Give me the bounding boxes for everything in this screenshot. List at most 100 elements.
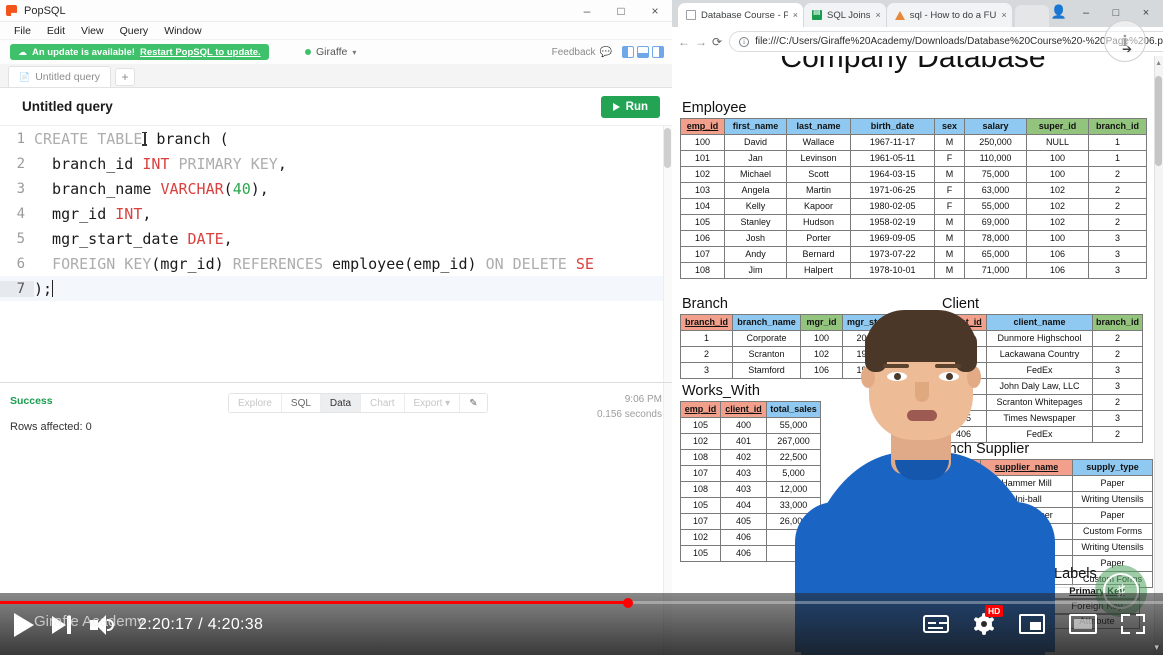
popsql-app-title: PopSQL	[24, 4, 66, 17]
table-header-row: emp_id client_id total_sales	[680, 401, 821, 418]
table-cell: 102	[680, 166, 725, 183]
settings-gear-button[interactable]: HD	[973, 605, 1004, 635]
table-cell: Kapoor	[786, 198, 851, 215]
new-tab-button[interactable]	[1014, 5, 1049, 27]
address-bar[interactable]: i file:///C:/Users/Giraffe%20Academy/Dow…	[729, 31, 1163, 52]
table-header-row: branch_id supplier_name supply_type	[924, 459, 1153, 476]
table-cell: 404	[940, 394, 987, 411]
sql-line-7[interactable]: 7);	[0, 276, 672, 301]
table-cell: 405	[720, 513, 767, 530]
update-banner[interactable]: ☁ An update is available! Restart PopSQL…	[10, 44, 269, 60]
table-cell	[924, 539, 981, 556]
results-segment-sql[interactable]: SQL	[281, 394, 321, 412]
menu-edit[interactable]: Edit	[47, 25, 65, 37]
table-row: 105 Stanley Hudson 1958-02-19 M 69,000 102 2	[680, 214, 1147, 231]
close-icon[interactable]: ×	[1001, 10, 1006, 20]
sql-line-2[interactable]: 2 branch_id INT PRIMARY KEY,	[0, 151, 672, 176]
query-title[interactable]: Untitled query	[22, 99, 113, 114]
column-header-supply_type: supply_type	[1072, 459, 1153, 476]
menu-query[interactable]: Query	[120, 25, 149, 37]
miniplayer-button[interactable]	[1019, 614, 1045, 634]
feedback-button[interactable]: Feedback 💬	[552, 47, 612, 58]
run-button[interactable]: Run	[600, 95, 660, 118]
browser-tab-3[interactable]: sql - How to do a FULL O ×	[886, 3, 1012, 27]
connection-selector[interactable]: Giraffe ▾	[305, 46, 356, 58]
popsql-maximize-button[interactable]: □	[604, 0, 638, 22]
table-cell: 1958-02-19	[850, 214, 935, 231]
table-cell: 1971-06-25	[850, 182, 935, 199]
run-button-label: Run	[625, 100, 648, 113]
query-tab-untitled[interactable]: 📄 Untitled query	[8, 66, 112, 87]
table-cell: 1978-10-01	[850, 262, 935, 279]
table-cell	[766, 545, 821, 562]
layout-right-icon[interactable]	[652, 46, 664, 58]
pdf-scrollbar-thumb[interactable]	[1155, 76, 1162, 166]
table-cell: Halpert	[786, 262, 851, 279]
db-table-client: client_id client_name branch_id 400 Dunmore …	[940, 314, 1144, 443]
pdf-viewport[interactable]: Company Database Employee emp_id first_na…	[672, 56, 1163, 655]
new-query-tab-button[interactable]: +	[115, 68, 136, 86]
table-cell: 405	[940, 410, 987, 427]
fullscreen-button[interactable]	[1121, 614, 1145, 634]
close-icon[interactable]: ×	[793, 10, 798, 20]
table-row: 102 401 267,000	[680, 433, 821, 450]
table-cell: 406	[720, 545, 767, 562]
table-cell: 100	[680, 134, 725, 151]
profile-avatar-icon[interactable]: 👤	[1051, 4, 1067, 20]
sql-editor[interactable]: 1 CREATE TABLE branch (2 branch_id INT PR…	[0, 126, 672, 382]
table-cell: 2006-02-09	[842, 330, 917, 347]
play-button[interactable]	[14, 613, 34, 637]
browser-tab-title-2: SQL Joins	[827, 9, 871, 21]
table-cell: 2	[1091, 346, 1144, 363]
popsql-logo-icon	[6, 5, 17, 16]
menu-file[interactable]: File	[14, 25, 31, 37]
table-cell	[924, 523, 981, 540]
video-progress-bar[interactable]	[0, 597, 1163, 608]
column-header-branch_name: branch_name	[732, 314, 801, 331]
closed-captions-button[interactable]	[923, 615, 949, 633]
sql-line-5[interactable]: 5 mgr_start_date DATE,	[0, 226, 672, 251]
results-segment-[interactable]: ✎	[460, 394, 487, 412]
menu-view[interactable]: View	[81, 25, 104, 37]
table-cell: 2	[1091, 330, 1144, 347]
page-info-icon[interactable]: i	[739, 36, 750, 47]
reload-button[interactable]: ⟳	[712, 32, 722, 52]
video-scrubber-handle[interactable]	[623, 597, 634, 608]
table-row: 106 Josh Porter 1969-09-05 M 78,000 100 3	[680, 230, 1147, 247]
layout-left-icon[interactable]	[622, 46, 634, 58]
sql-line-6[interactable]: 6 FOREIGN KEY(mgr_id) REFERENCES employe…	[0, 251, 672, 276]
close-icon[interactable]: ×	[875, 10, 880, 20]
table-block-branch: Branch branch_id branch_name mgr_id mgr_sta…	[680, 296, 917, 379]
layout-bottom-icon[interactable]	[637, 46, 649, 58]
popsql-menubar: File Edit View Query Window	[0, 22, 672, 40]
theater-mode-button[interactable]	[1069, 614, 1097, 634]
sql-line-4[interactable]: 4 mgr_id INT,	[0, 201, 672, 226]
table-cell: 3	[1088, 246, 1147, 263]
sql-code-lines: 1 CREATE TABLE branch (2 branch_id INT PR…	[0, 126, 672, 301]
results-segment-data[interactable]: Data	[320, 394, 362, 412]
restart-popsql-link[interactable]: Restart PopSQL to update.	[140, 47, 261, 58]
pdf-scrollbar[interactable]: ▲ ▼	[1154, 56, 1163, 655]
table-cell: Wallace	[786, 134, 851, 151]
table-row: 101 Jan Levinson 1961-05-11 F 110,000 100 1	[680, 150, 1147, 167]
table-cell: 12,000	[766, 481, 821, 498]
editor-scrollbar-thumb[interactable]	[664, 128, 671, 168]
popsql-minimize-button[interactable]: –	[570, 0, 604, 22]
browser-tab-1[interactable]: Database Course - Page ×	[678, 3, 803, 27]
back-button[interactable]: ←	[678, 32, 690, 52]
browser-tab-2[interactable]: SQL Joins ×	[804, 3, 886, 27]
table-header-row: branch_id branch_name mgr_id mgr_start_date	[680, 314, 917, 331]
table-cell: 108	[680, 449, 721, 466]
table-cell: 105	[680, 214, 725, 231]
sql-line-1[interactable]: 1 CREATE TABLE branch (	[0, 126, 672, 151]
editor-scrollbar[interactable]	[663, 126, 672, 382]
forward-button[interactable]: →	[695, 32, 707, 52]
table-cell: Josh	[724, 230, 787, 247]
sql-line-3[interactable]: 3 branch_name VARCHAR(40),	[0, 176, 672, 201]
scroll-up-arrow-icon[interactable]: ▲	[1155, 60, 1162, 67]
popsql-close-button[interactable]: ×	[638, 0, 672, 22]
chrome-minimize-button[interactable]: –	[1071, 0, 1101, 26]
menu-window[interactable]: Window	[164, 25, 201, 37]
table-cell: 1964-03-15	[850, 166, 935, 183]
table-cell: 1967-11-17	[850, 134, 935, 151]
